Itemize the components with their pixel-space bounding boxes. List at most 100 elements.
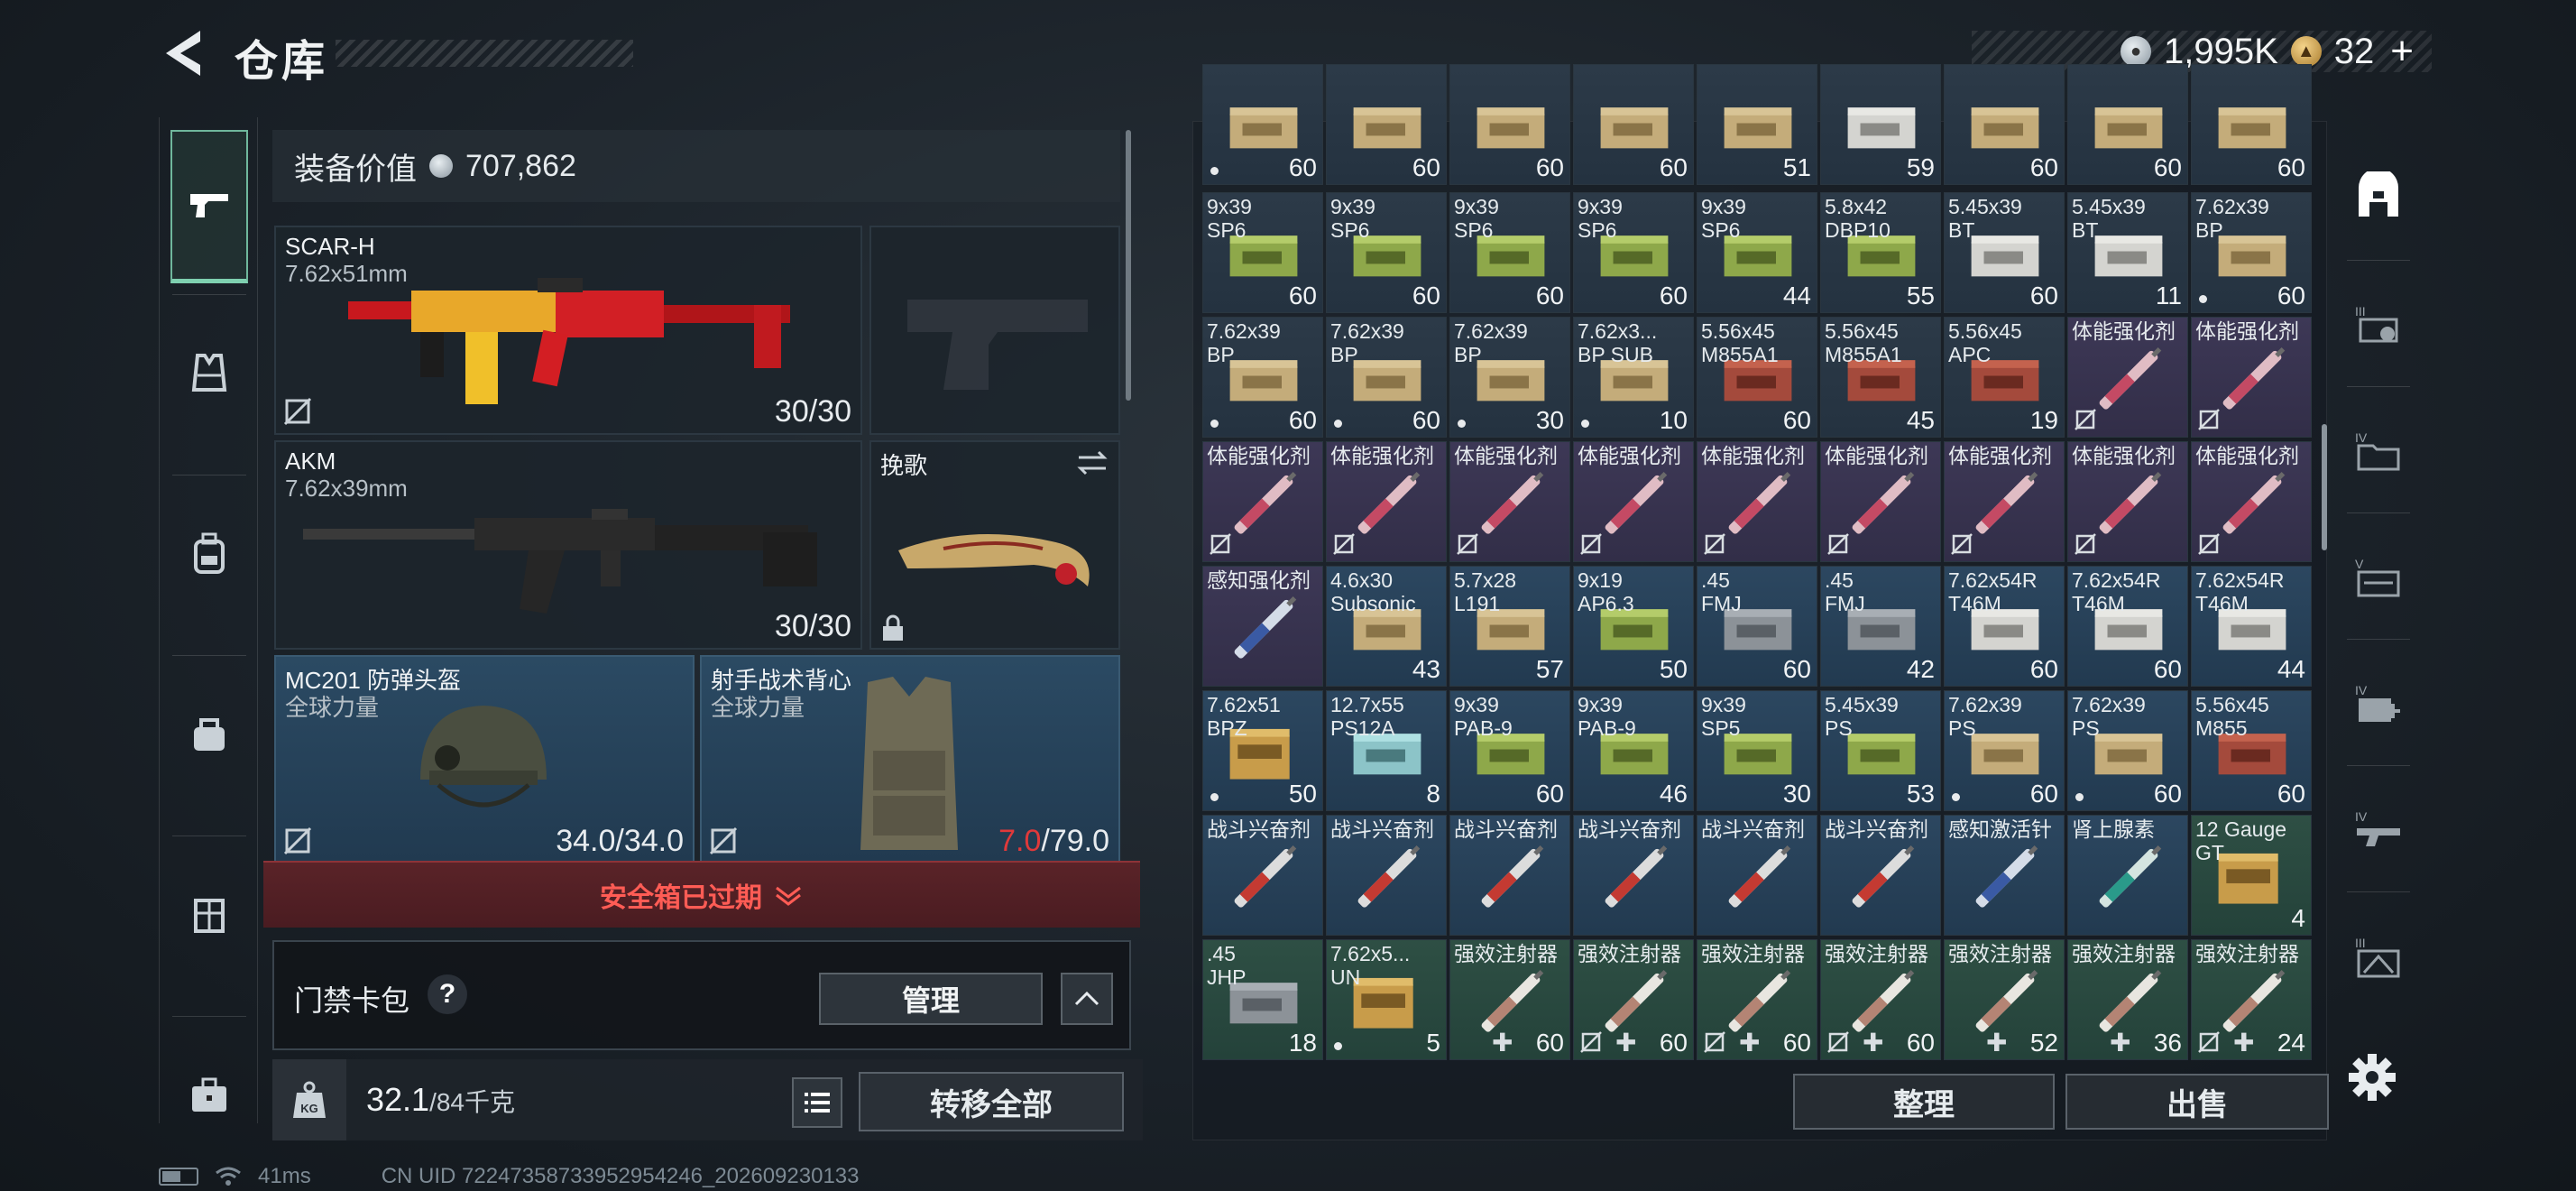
- inventory-item[interactable]: 9x39 PAB-9 60: [1449, 690, 1570, 811]
- inventory-item[interactable]: 体能强化剂: [1573, 441, 1694, 562]
- inventory-item[interactable]: 战斗兴奋剂: [1573, 815, 1694, 936]
- nav-case[interactable]: [170, 1020, 248, 1173]
- inventory-item[interactable]: 体能强化剂: [2191, 317, 2312, 438]
- inventory-item[interactable]: 体能强化剂: [1944, 441, 2065, 562]
- settings-gear-icon[interactable]: [2345, 1050, 2399, 1104]
- sell-button[interactable]: 出售: [2065, 1074, 2329, 1130]
- inventory-item[interactable]: 体能强化剂: [2067, 317, 2188, 438]
- inventory-item[interactable]: 5.7x28 L191 57: [1449, 566, 1570, 687]
- inventory-item[interactable]: .45 FMJ 42: [1820, 566, 1941, 687]
- safe-box-expired-banner[interactable]: 安全箱已过期: [263, 861, 1140, 928]
- inventory-item[interactable]: 战斗兴奋剂: [1326, 815, 1447, 936]
- help-icon[interactable]: ?: [428, 974, 467, 1014]
- inventory-item[interactable]: 体能强化剂: [1820, 441, 1941, 562]
- inventory-item[interactable]: 12 Gauge GT 4: [2191, 815, 2312, 936]
- inventory-item[interactable]: 7.62x5... UN 5: [1326, 939, 1447, 1060]
- inventory-item[interactable]: .45 FMJ 60: [1697, 566, 1817, 687]
- inventory-item[interactable]: 12.7x55 PS12A 8: [1326, 690, 1447, 811]
- storage-tab-main[interactable]: [2341, 153, 2415, 244]
- inventory-item[interactable]: 强效注射器 ✚ 60: [1449, 939, 1570, 1060]
- inventory-item[interactable]: 9x19 AP6.3 50: [1573, 566, 1694, 687]
- inventory-item[interactable]: 7.62x39 BP 30: [1449, 317, 1570, 438]
- inventory-item[interactable]: 7.62x39 BP 60: [1202, 317, 1323, 438]
- inventory-item[interactable]: 5.56x45 APC 19: [1944, 317, 2065, 438]
- sort-button[interactable]: 整理: [1793, 1074, 2055, 1130]
- inventory-item[interactable]: 7.62x39 BP 60: [1326, 317, 1447, 438]
- inventory-item[interactable]: 7.62x39 PS 60: [1944, 690, 2065, 811]
- pistol-slot-empty[interactable]: [869, 226, 1120, 435]
- inventory-item[interactable]: 体能强化剂: [1697, 441, 1817, 562]
- inventory-item[interactable]: 体能强化剂: [1449, 441, 1570, 562]
- inventory-item[interactable]: 5.45x39 BT 11: [2067, 192, 2188, 313]
- inventory-item[interactable]: 60: [1944, 64, 2065, 185]
- inventory-item[interactable]: 5.56x45 M855A1 60: [1697, 317, 1817, 438]
- swap-arrows-icon[interactable]: [1075, 449, 1109, 476]
- storage-tab-4c[interactable]: IV: [2341, 785, 2415, 875]
- inventory-item[interactable]: 9x39 PAB-9 46: [1573, 690, 1694, 811]
- inventory-item[interactable]: .45 JHP 18: [1202, 939, 1323, 1060]
- inventory-item[interactable]: 强效注射器 ✚ 36: [2067, 939, 2188, 1060]
- storage-tab-5[interactable]: V: [2341, 532, 2415, 623]
- inventory-item[interactable]: 5.56x45 M855 60: [2191, 690, 2312, 811]
- inventory-item[interactable]: 强效注射器 ✚ 60: [1697, 939, 1817, 1060]
- storage-tab-3[interactable]: III: [2341, 280, 2415, 370]
- inventory-item[interactable]: 7.62x54R T46M 60: [2067, 566, 2188, 687]
- inventory-item[interactable]: 60: [1326, 64, 1447, 185]
- inventory-item[interactable]: 5.45x39 BT 60: [1944, 192, 2065, 313]
- add-currency-button[interactable]: +: [2390, 29, 2414, 74]
- inventory-item[interactable]: 9x39 SP5 30: [1697, 690, 1817, 811]
- inventory-item[interactable]: 60: [2191, 64, 2312, 185]
- inventory-item[interactable]: 7.62x54R T46M 44: [2191, 566, 2312, 687]
- list-view-button[interactable]: [792, 1077, 842, 1128]
- storage-tab-3b[interactable]: III: [2341, 911, 2415, 1002]
- inventory-item[interactable]: 强效注射器 ✚ 24: [2191, 939, 2312, 1060]
- inventory-item[interactable]: 7.62x51 BPZ 50: [1202, 690, 1323, 811]
- nav-bag[interactable]: [170, 657, 248, 810]
- inventory-item[interactable]: 强效注射器 ✚ 52: [1944, 939, 2065, 1060]
- storage-tab-4a[interactable]: IV: [2341, 406, 2415, 496]
- inventory-item[interactable]: 59: [1820, 64, 1941, 185]
- inventory-item[interactable]: 战斗兴奋剂: [1697, 815, 1817, 936]
- nav-rig[interactable]: [170, 837, 248, 991]
- inventory-item[interactable]: 60: [2067, 64, 2188, 185]
- inventory-item[interactable]: 9x39 SP6 60: [1326, 192, 1447, 313]
- inventory-item[interactable]: 5.45x39 PS 53: [1820, 690, 1941, 811]
- inventory-item[interactable]: 体能强化剂: [1326, 441, 1447, 562]
- inventory-item[interactable]: 肾上腺素: [2067, 815, 2188, 936]
- helmet-slot[interactable]: MC201 防弹头盔 全球力量 34.0/34.0: [274, 655, 695, 864]
- nav-backpack[interactable]: [170, 476, 248, 630]
- inventory-scrollbar[interactable]: [2322, 424, 2327, 550]
- inventory-item[interactable]: 9x39 SP6 60: [1202, 192, 1323, 313]
- inventory-item[interactable]: 体能强化剂: [2067, 441, 2188, 562]
- melee-slot[interactable]: 挽歌: [869, 440, 1120, 650]
- inventory-item[interactable]: 4.6x30 Subsonic 43: [1326, 566, 1447, 687]
- inventory-item[interactable]: 战斗兴奋剂: [1202, 815, 1323, 936]
- inventory-item[interactable]: 9x39 SP6 44: [1697, 192, 1817, 313]
- transfer-all-button[interactable]: 转移全部: [859, 1072, 1124, 1131]
- inventory-item[interactable]: 7.62x3... BP SUB 10: [1573, 317, 1694, 438]
- inventory-item[interactable]: 体能强化剂: [1202, 441, 1323, 562]
- inventory-item[interactable]: 5.8x42 DBP10 55: [1820, 192, 1941, 313]
- inventory-item[interactable]: 5.56x45 M855A1 45: [1820, 317, 1941, 438]
- vest-slot[interactable]: 射手战术背心 全球力量 7.0/79.0: [700, 655, 1120, 864]
- equipment-scrollbar[interactable]: [1126, 130, 1131, 401]
- nav-armor[interactable]: [170, 296, 248, 449]
- back-arrow-icon[interactable]: [159, 27, 207, 79]
- inventory-item[interactable]: 7.62x39 BP 60: [2191, 192, 2312, 313]
- inventory-item[interactable]: 感知激活针: [1944, 815, 2065, 936]
- nav-weapons[interactable]: [170, 130, 248, 283]
- inventory-item[interactable]: 9x39 SP6 60: [1573, 192, 1694, 313]
- inventory-item[interactable]: 强效注射器 ✚ 60: [1820, 939, 1941, 1060]
- inventory-item[interactable]: 60: [1202, 64, 1323, 185]
- inventory-item[interactable]: 强效注射器 ✚ 60: [1573, 939, 1694, 1060]
- inventory-item[interactable]: 战斗兴奋剂: [1449, 815, 1570, 936]
- manage-button[interactable]: 管理: [819, 973, 1043, 1025]
- secondary-weapon-slot[interactable]: AKM 7.62x39mm 30/30: [274, 440, 862, 650]
- inventory-item[interactable]: 体能强化剂: [2191, 441, 2312, 562]
- inventory-item[interactable]: 60: [1449, 64, 1570, 185]
- inventory-item[interactable]: 51: [1697, 64, 1817, 185]
- inventory-item[interactable]: 7.62x39 PS 60: [2067, 690, 2188, 811]
- collapse-button[interactable]: [1061, 973, 1113, 1025]
- inventory-item[interactable]: 感知强化剂: [1202, 566, 1323, 687]
- inventory-item[interactable]: 60: [1573, 64, 1694, 185]
